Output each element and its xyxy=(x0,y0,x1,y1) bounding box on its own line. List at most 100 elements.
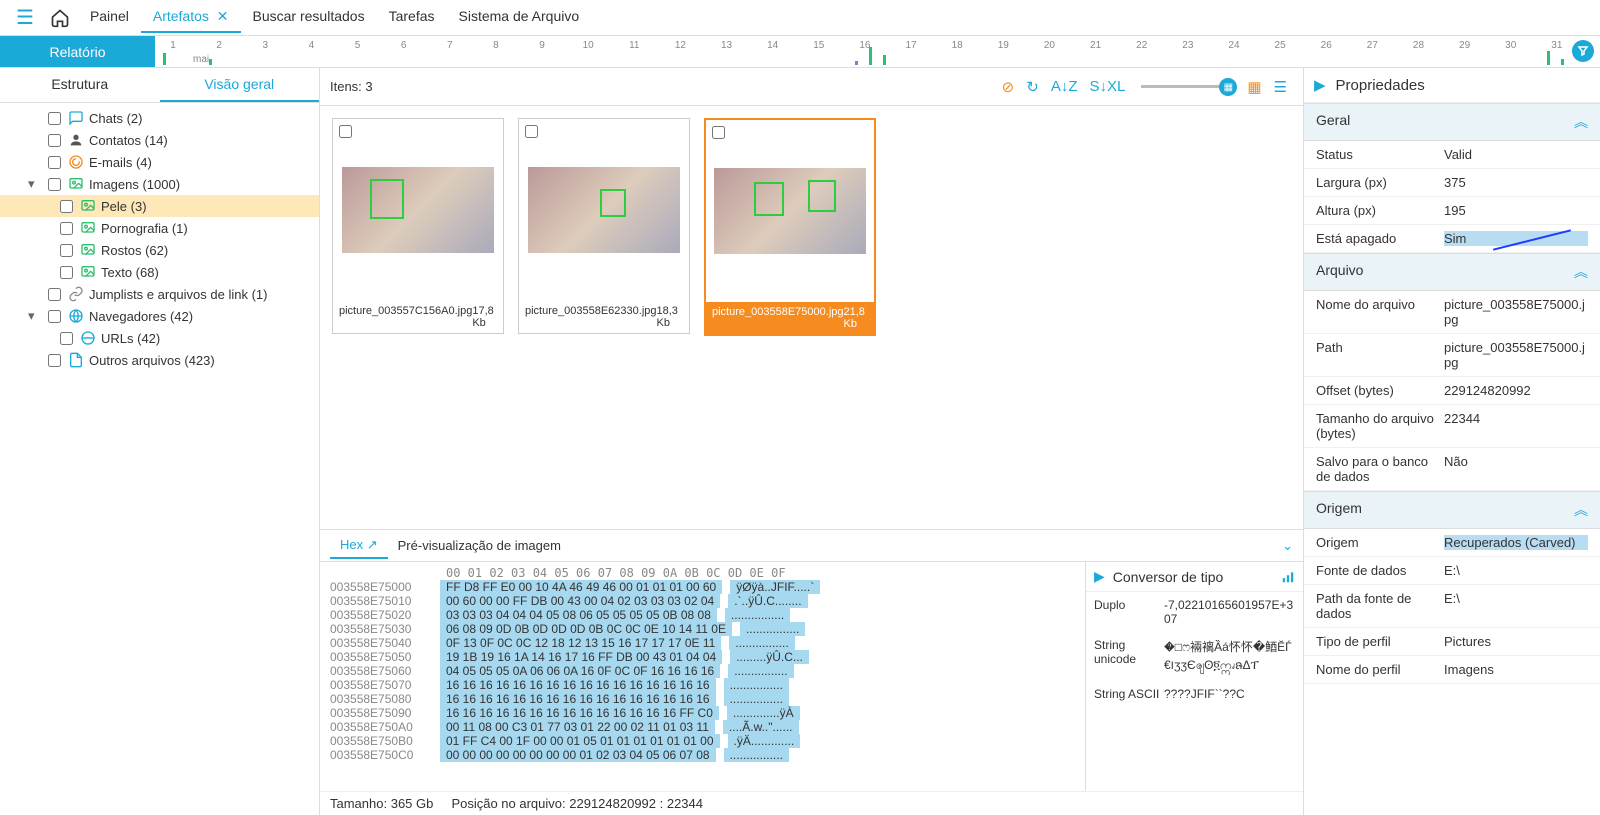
prop-label: Fonte de dados xyxy=(1316,563,1444,578)
timeline-tick: 23 xyxy=(1178,40,1198,51)
hex-view[interactable]: 00 01 02 03 04 05 06 07 08 09 0A 0B 0C 0… xyxy=(320,562,1085,791)
thumbnail-size-slider[interactable]: ▦ xyxy=(1141,85,1231,88)
tab-buscar-resultados[interactable]: Buscar resultados xyxy=(241,2,377,33)
tab-tarefas[interactable]: Tarefas xyxy=(377,2,447,33)
timeline[interactable]: mai 123456789101112131415161718192021222… xyxy=(155,36,1600,67)
block-icon[interactable]: ⊘ xyxy=(996,74,1021,100)
hex-row[interactable]: 003558E7502003 03 03 04 04 04 05 08 06 0… xyxy=(330,608,1075,622)
timeline-tick: 9 xyxy=(532,40,552,51)
thumb-filename: picture_003558E62330.jpg xyxy=(525,305,657,329)
thumbnail[interactable]: picture_003557C156A0.jpg17,8 Kb xyxy=(332,118,504,334)
tree-checkbox[interactable] xyxy=(48,156,61,169)
list-view-icon[interactable]: ☰ xyxy=(1268,74,1293,100)
hex-row[interactable]: 003558E750400F 13 0F 0C 0C 12 18 12 13 1… xyxy=(330,636,1075,650)
prop-section-origem[interactable]: Origem︽ xyxy=(1304,491,1600,529)
tree-checkbox[interactable] xyxy=(60,222,73,235)
tree-checkbox[interactable] xyxy=(48,112,61,125)
hex-row[interactable]: 003558E7506004 05 05 05 0A 06 06 0A 16 0… xyxy=(330,664,1075,678)
tab-sistema-de-arquivo[interactable]: Sistema de Arquivo xyxy=(447,2,592,33)
report-button[interactable]: Relatório xyxy=(0,36,155,67)
hex-tab-0[interactable]: Hex ↗ xyxy=(330,533,388,559)
hex-row[interactable]: 003558E7509016 16 16 16 16 16 16 16 16 1… xyxy=(330,706,1075,720)
hex-row[interactable]: 003558E7503006 08 09 0D 0B 0D 0D 0D 0B 0… xyxy=(330,622,1075,636)
chevron-down-icon[interactable]: ▾ xyxy=(28,308,42,324)
tree-checkbox[interactable] xyxy=(60,332,73,345)
hex-row[interactable]: 003558E7507016 16 16 16 16 16 16 16 16 1… xyxy=(330,678,1075,692)
left-tab-estrutura[interactable]: Estrutura xyxy=(0,68,160,102)
tree-node[interactable]: Pele (3) xyxy=(0,195,319,217)
timeline-tick: 13 xyxy=(717,40,737,51)
items-count: Itens: 3 xyxy=(330,79,373,94)
prop-row: Altura (px)195 xyxy=(1304,197,1600,225)
type-converter: ▶ Conversor de tipo Duplo-7,022101656019… xyxy=(1085,562,1303,791)
expand-icon[interactable]: ⌄ xyxy=(1282,538,1293,554)
tree-node[interactable]: Contatos (14) xyxy=(0,129,319,151)
tree-checkbox[interactable] xyxy=(48,310,61,323)
tree-node[interactable]: URLs (42) xyxy=(0,327,319,349)
file-icon xyxy=(67,352,85,368)
chart-icon[interactable] xyxy=(1281,570,1295,584)
timeline-tick: 1 xyxy=(163,40,183,51)
tree-node[interactable]: E-mails (4) xyxy=(0,151,319,173)
prop-section-arquivo[interactable]: Arquivo︽ xyxy=(1304,253,1600,291)
prop-section-geral[interactable]: Geral︽ xyxy=(1304,103,1600,141)
hex-row[interactable]: 003558E750A000 11 08 00 C3 01 77 03 01 2… xyxy=(330,720,1075,734)
tree-node[interactable]: Texto (68) xyxy=(0,261,319,283)
tree-node[interactable]: Chats (2) xyxy=(0,107,319,129)
tab-artefatos[interactable]: Artefatos ✕ xyxy=(141,2,241,33)
sort-az-icon[interactable]: A↓Z xyxy=(1045,74,1084,99)
external-link-icon[interactable]: ↗ xyxy=(363,537,378,552)
filter-icon[interactable] xyxy=(1572,40,1594,62)
sort-size-icon[interactable]: S↓XL xyxy=(1084,74,1132,99)
tree-node[interactable]: ▾Navegadores (42) xyxy=(0,305,319,327)
prop-label: Path xyxy=(1316,340,1444,370)
tree-label: Pele (3) xyxy=(101,199,147,214)
thumb-checkbox[interactable] xyxy=(525,125,538,138)
hex-tab-1[interactable]: Pré-visualização de imagem xyxy=(388,534,571,557)
prop-value: Pictures xyxy=(1444,634,1588,649)
face-detection-box xyxy=(600,189,626,217)
chevron-down-icon[interactable]: ▾ xyxy=(28,176,42,192)
tree-checkbox[interactable] xyxy=(48,178,61,191)
prop-label: Nome do arquivo xyxy=(1316,297,1444,327)
play-icon[interactable]: ▶ xyxy=(1314,76,1326,94)
grid-view-icon[interactable]: ▦ xyxy=(1241,74,1267,100)
tree-checkbox[interactable] xyxy=(48,134,61,147)
timeline-tick: 7 xyxy=(440,40,460,51)
tree-checkbox[interactable] xyxy=(60,266,73,279)
timeline-tick: 26 xyxy=(1316,40,1336,51)
hex-row[interactable]: 003558E7505019 1B 19 16 1A 14 16 17 16 F… xyxy=(330,650,1075,664)
tab-painel[interactable]: Painel xyxy=(78,2,141,33)
hex-row[interactable]: 003558E75000FF D8 FF E0 00 10 4A 46 49 4… xyxy=(330,580,1075,594)
image-icon xyxy=(79,198,97,214)
thumb-checkbox[interactable] xyxy=(339,125,352,138)
hex-row[interactable]: 003558E7508016 16 16 16 16 16 16 16 16 1… xyxy=(330,692,1075,706)
tree-label: Chats (2) xyxy=(89,111,142,126)
refresh-icon[interactable]: ↻ xyxy=(1020,74,1045,100)
left-tab-visão geral[interactable]: Visão geral xyxy=(160,68,320,102)
thumbnail[interactable]: picture_003558E62330.jpg18,3 Kb xyxy=(518,118,690,334)
hex-row[interactable]: 003558E7501000 60 00 00 FF DB 00 43 00 0… xyxy=(330,594,1075,608)
thumbnail[interactable]: picture_003558E75000.jpg21,8 Kb xyxy=(704,118,876,336)
home-icon[interactable] xyxy=(42,4,78,32)
tree-checkbox[interactable] xyxy=(48,354,61,367)
close-icon[interactable]: ✕ xyxy=(213,8,229,24)
hex-status-bar: Tamanho: 365 Gb Posição no arquivo: 2291… xyxy=(320,791,1303,815)
tree-checkbox[interactable] xyxy=(60,244,73,257)
left-sidebar: EstruturaVisão geral Chats (2) Contatos (… xyxy=(0,68,320,815)
tree-checkbox[interactable] xyxy=(60,200,73,213)
hex-row[interactable]: 003558E750B001 FF C4 00 1F 00 00 01 05 0… xyxy=(330,734,1075,748)
tree-node[interactable]: Jumplists e arquivos de link (1) xyxy=(0,283,319,305)
thumb-checkbox[interactable] xyxy=(712,126,725,139)
menu-icon[interactable]: ☰ xyxy=(8,1,42,34)
tree-checkbox[interactable] xyxy=(48,288,61,301)
tree-node[interactable]: Rostos (62) xyxy=(0,239,319,261)
tree-node[interactable]: Pornografia (1) xyxy=(0,217,319,239)
hex-row[interactable]: 003558E750C000 00 00 00 00 00 00 00 01 0… xyxy=(330,748,1075,762)
tree-label: Outros arquivos (423) xyxy=(89,353,215,368)
tree-node[interactable]: ▾Imagens (1000) xyxy=(0,173,319,195)
play-icon[interactable]: ▶ xyxy=(1094,568,1105,585)
thumbnail-grid: picture_003557C156A0.jpg17,8 Kbpicture_0… xyxy=(320,106,1303,529)
prop-value: picture_003558E75000.jpg xyxy=(1444,340,1588,370)
tree-node[interactable]: Outros arquivos (423) xyxy=(0,349,319,371)
